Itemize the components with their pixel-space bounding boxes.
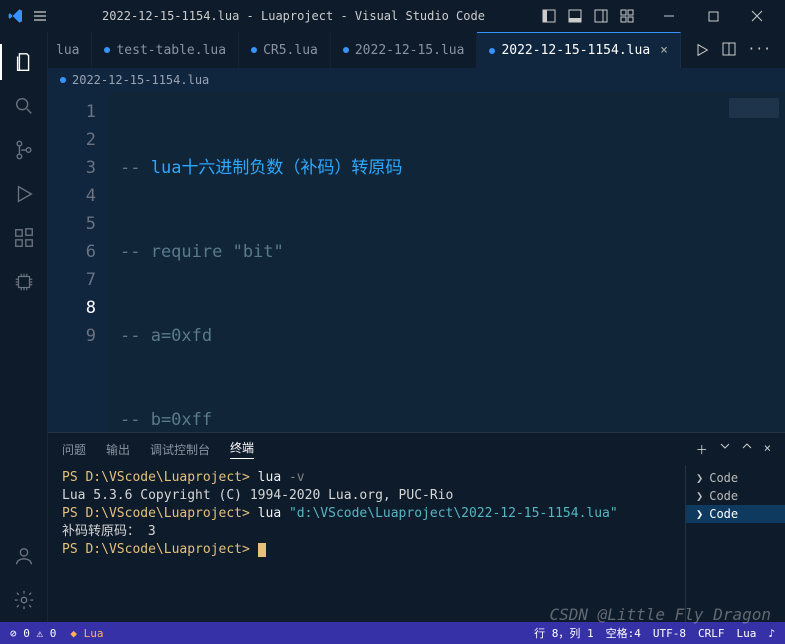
panel-tab-output[interactable]: 输出 [106,441,130,458]
lua-file-icon [60,77,66,83]
panel-tab-problems[interactable]: 问题 [62,441,86,458]
source-control-icon[interactable] [0,128,48,172]
title-bar: 2022-12-15-1154.lua - Luaproject - Visua… [0,0,785,32]
lua-file-icon [489,48,495,54]
terminal-icon: ❯ [696,489,703,503]
search-icon[interactable] [0,84,48,128]
panel-tab-terminal[interactable]: 终端 [230,439,254,459]
new-terminal-icon[interactable]: ＋ [696,441,708,458]
split-editor-icon[interactable] [722,42,736,58]
status-errors[interactable]: ⊘ 0 ⚠ 0 [10,627,56,640]
terminal-list-item[interactable]: ❯Code [686,505,785,523]
close-panel-icon[interactable]: × [764,441,771,458]
more-icon[interactable]: ··· [748,42,771,58]
tab-2022-12-15[interactable]: 2022-12-15.lua [331,32,478,68]
lua-file-icon [251,47,257,53]
tab-cr5[interactable]: CR5.lua [239,32,331,68]
status-eol[interactable]: CRLF [698,627,725,640]
status-notifications-icon[interactable]: ♪ [768,627,775,640]
layout-icons[interactable] [539,8,637,24]
close-icon[interactable]: × [660,43,668,58]
status-position[interactable]: 行 8，列 1 [534,625,594,641]
code-area[interactable]: -- lua十六进制负数（补码）转原码 -- require "bit" -- … [108,92,785,432]
tab-active[interactable]: 2022-12-15-1154.lua× [477,32,681,68]
close-button[interactable] [737,1,777,31]
code-editor[interactable]: 123456789 -- lua十六进制负数（补码）转原码 -- require… [48,92,785,432]
breadcrumb-file: 2022-12-15-1154.lua [72,73,209,87]
terminal-list-item[interactable]: ❯Code [686,487,785,505]
editor-tabs: lua test-table.lua CR5.lua 2022-12-15.lu… [48,32,785,68]
status-lang-badge[interactable]: ◆ Lua [70,627,103,640]
extensions-icon[interactable] [0,216,48,260]
minimap[interactable] [729,98,779,118]
bottom-panel: 问题 输出 调试控制台 终端 ＋ × PS D:\VScode\Luaproje… [48,432,785,622]
status-language[interactable]: Lua [737,627,757,640]
terminal-cursor [258,543,266,557]
minimize-button[interactable] [649,1,689,31]
chevron-down-icon[interactable] [720,441,730,458]
terminal[interactable]: PS D:\VScode\Luaproject> lua -v Lua 5.3.… [48,465,685,622]
status-encoding[interactable]: UTF-8 [653,627,686,640]
chip-icon[interactable] [0,260,48,304]
maximize-panel-icon[interactable] [742,441,752,458]
panel-tabs: 问题 输出 调试控制台 终端 ＋ × [48,433,785,465]
account-icon[interactable] [0,534,48,578]
lua-file-icon [343,47,349,53]
gear-icon[interactable] [0,578,48,622]
activity-bar [0,32,48,622]
status-bar: ⊘ 0 ⚠ 0 ◆ Lua 行 8，列 1 空格:4 UTF-8 CRLF Lu… [0,622,785,644]
lua-file-icon [104,47,110,53]
breadcrumb[interactable]: 2022-12-15-1154.lua [48,68,785,92]
explorer-icon[interactable] [0,40,48,84]
debug-icon[interactable] [0,172,48,216]
menu-icon[interactable] [32,8,48,24]
terminal-list-item[interactable]: ❯Code [686,469,785,487]
terminal-list: ❯Code ❯Code ❯Code [685,465,785,622]
tab-test-table[interactable]: test-table.lua [92,32,239,68]
terminal-icon: ❯ [696,507,703,521]
status-spaces[interactable]: 空格:4 [606,625,641,641]
vscode-logo-icon [8,8,24,24]
maximize-button[interactable] [693,1,733,31]
tab-lua[interactable]: lua [48,32,92,68]
terminal-icon: ❯ [696,471,703,485]
run-icon[interactable] [694,42,710,58]
window-title: 2022-12-15-1154.lua - Luaproject - Visua… [48,9,539,23]
panel-tab-debug[interactable]: 调试控制台 [150,441,210,458]
line-gutter: 123456789 [48,92,108,432]
